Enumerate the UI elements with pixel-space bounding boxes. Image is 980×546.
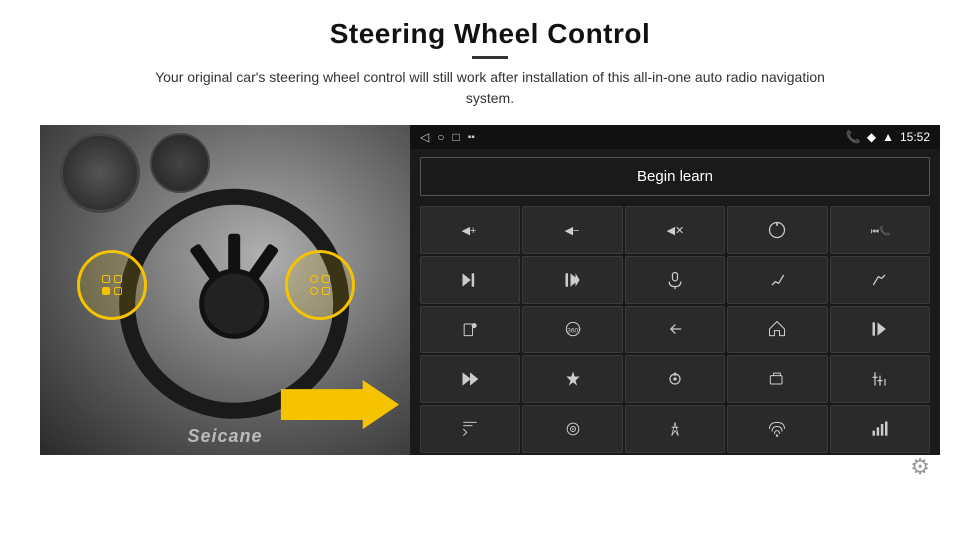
arrow-indicator	[280, 380, 400, 435]
page-title: Steering Wheel Control	[140, 18, 840, 50]
content-area: Seicane ◁ ○ □ ▪▪ 📞 ◆ ▲ 15:52	[40, 125, 940, 455]
recents-nav-icon[interactable]: □	[452, 130, 459, 144]
skipfwd-btn[interactable]	[420, 355, 520, 403]
swap-btn[interactable]	[625, 355, 725, 403]
fwd-btn[interactable]	[522, 256, 622, 304]
title-divider	[472, 56, 508, 59]
next-btn[interactable]	[420, 256, 520, 304]
right-button-circle	[285, 250, 355, 320]
page-container: Steering Wheel Control Your original car…	[0, 0, 980, 546]
edit-btn[interactable]	[420, 405, 520, 453]
mute-btn[interactable]: ◀✕	[625, 206, 725, 254]
status-right: 📞 ◆ ▲ 15:52	[846, 130, 930, 144]
home-nav-icon[interactable]: ○	[437, 130, 444, 144]
steering-wheel-image: Seicane	[40, 125, 410, 455]
cam-btn[interactable]	[420, 306, 520, 354]
svg-text:⏮📞: ⏮📞	[871, 225, 890, 237]
head-unit: ◁ ○ □ ▪▪ 📞 ◆ ▲ 15:52 Begin learn ◀+ ◀− ◀✕ ⏮…	[410, 125, 940, 455]
mic-btn[interactable]	[625, 256, 725, 304]
gear-icon[interactable]: ⚙	[910, 454, 930, 480]
call-prev-btn[interactable]: ⏮📞	[830, 206, 930, 254]
wifi-icon: ▲	[882, 130, 894, 144]
svg-text:◀✕: ◀✕	[667, 225, 684, 237]
title-section: Steering Wheel Control Your original car…	[140, 18, 840, 109]
record-btn[interactable]	[522, 405, 622, 453]
home-btn[interactable]	[727, 306, 827, 354]
phone-icon: 📞	[846, 130, 861, 144]
time-display: 15:52	[900, 130, 930, 144]
eq-btn[interactable]	[830, 355, 930, 403]
notification-icon: ▪▪	[468, 132, 475, 143]
radio-btn[interactable]	[727, 355, 827, 403]
button-grid: ◀+ ◀− ◀✕ ⏮📞 360°	[410, 204, 940, 455]
signal-btn[interactable]	[830, 405, 930, 453]
back-nav-icon[interactable]: ◁	[420, 130, 429, 144]
vol-up-btn[interactable]: ◀+	[420, 206, 520, 254]
music-btn[interactable]	[727, 405, 827, 453]
power-btn[interactable]	[727, 206, 827, 254]
svg-text:◀+: ◀+	[462, 225, 477, 237]
subtitle: Your original car's steering wheel contr…	[140, 67, 840, 109]
nav-buttons: ◁ ○ □ ▪▪	[420, 130, 475, 144]
svg-text:◀−: ◀−	[564, 225, 579, 237]
bt-btn[interactable]	[625, 405, 725, 453]
view360-btn[interactable]: 360°	[522, 306, 622, 354]
steering-bg: Seicane	[40, 125, 410, 455]
svg-text:360°: 360°	[567, 327, 581, 335]
begin-learn-row: Begin learn	[410, 149, 940, 204]
back-btn[interactable]	[625, 306, 725, 354]
vol-down-btn[interactable]: ◀−	[522, 206, 622, 254]
watermark: Seicane	[187, 426, 262, 447]
left-button-circle	[77, 250, 147, 320]
status-bar: ◁ ○ □ ▪▪ 📞 ◆ ▲ 15:52	[410, 125, 940, 149]
hangup-btn[interactable]	[830, 256, 930, 304]
bottom-area: ⚙	[40, 455, 940, 485]
skipback-btn[interactable]	[830, 306, 930, 354]
phone-btn[interactable]	[727, 256, 827, 304]
location-icon: ◆	[867, 130, 876, 144]
nav-btn[interactable]	[522, 355, 622, 403]
begin-learn-button[interactable]: Begin learn	[420, 157, 930, 196]
